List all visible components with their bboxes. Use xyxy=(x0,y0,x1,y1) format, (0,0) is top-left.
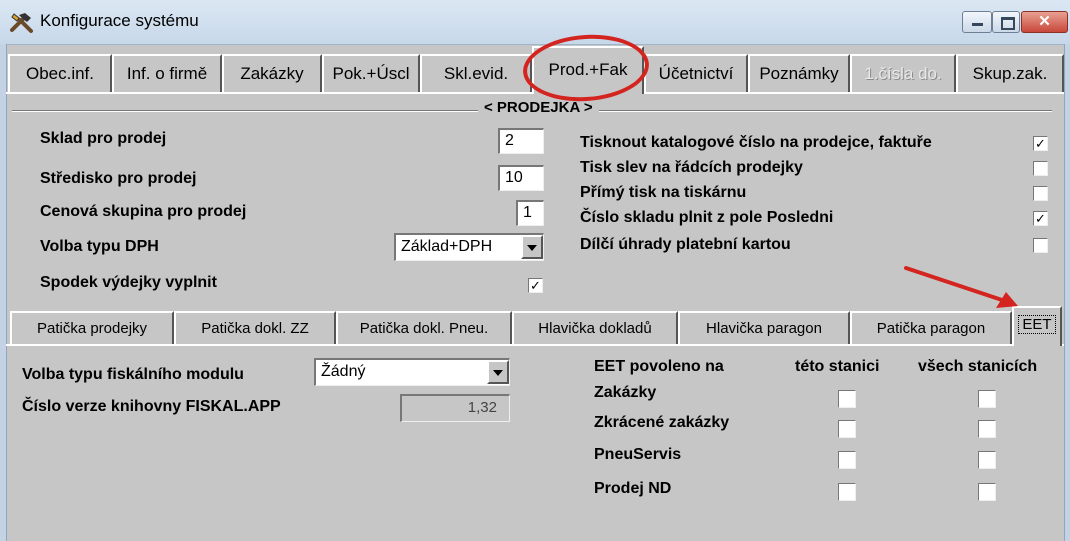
dph-select-value: Základ+DPH xyxy=(401,238,493,255)
tab-skl-evid[interactable]: Skl.evid. xyxy=(420,54,532,92)
fiskal-label: Volba typu fiskálního modulu xyxy=(22,366,244,383)
column-header-station: této stanici xyxy=(795,358,880,375)
subtab-label: Patička paragon xyxy=(876,320,986,337)
option-checkbox-primy-tisk[interactable] xyxy=(1033,186,1048,201)
subtab-paticka-prodejky[interactable]: Patička prodejky xyxy=(10,311,174,345)
tab-cisla-do: 1.čísla do. xyxy=(850,54,956,92)
chevron-down-icon[interactable] xyxy=(521,235,543,259)
window-frame-right xyxy=(1064,44,1070,541)
close-icon: ✕ xyxy=(1038,13,1051,30)
subtab-divider xyxy=(6,344,1064,346)
dph-label: Volba typu DPH xyxy=(40,238,159,255)
subtab-label: Hlavička paragon xyxy=(706,320,822,337)
fiskal-select-value: Žádný xyxy=(321,363,366,380)
eet-all-checkbox-prodej-nd[interactable] xyxy=(978,483,996,501)
chevron-down-icon[interactable] xyxy=(487,360,509,384)
tab-ucetnictvi[interactable]: Účetnictví xyxy=(644,54,748,92)
verze-label: Číslo verze knihovny FISKAL.APP xyxy=(22,398,281,415)
tab-zakazky[interactable]: Zakázky xyxy=(222,54,322,92)
group-title: < PRODEJKA > xyxy=(478,99,599,116)
tab-label: Skup.zak. xyxy=(972,64,1048,83)
close-button[interactable]: ✕ xyxy=(1021,11,1068,33)
option-label-primy-tisk: Přímý tisk na tiskárnu xyxy=(580,184,747,201)
eet-station-checkbox-prodej-nd[interactable] xyxy=(838,483,856,501)
tab-label: Pok.+Úscl xyxy=(332,64,410,83)
tab-inf-o-firme[interactable]: Inf. o firmě xyxy=(112,54,222,92)
annotation-arrow-icon xyxy=(904,266,1018,308)
stredisko-label: Středisko pro prodej xyxy=(40,170,197,187)
option-label-dilci-uhrady: Dílčí úhrady platební kartou xyxy=(580,236,791,253)
tab-skup-zak[interactable]: Skup.zak. xyxy=(956,54,1064,92)
eet-row-label-pneuservis: PneuServis xyxy=(594,446,682,463)
tab-pok-uscl[interactable]: Pok.+Úscl xyxy=(322,54,420,92)
dph-select[interactable]: Základ+DPH xyxy=(394,233,544,261)
eet-row-label-zakazky: Zakázky xyxy=(594,384,657,401)
tab-label: Skl.evid. xyxy=(443,64,509,83)
maximize-button[interactable] xyxy=(992,11,1020,33)
tab-label: Účetnictví xyxy=(658,64,734,83)
title-bar[interactable]: Konfigurace systému ✕ xyxy=(0,0,1070,45)
tab-poznamky[interactable]: Poznámky xyxy=(748,54,850,92)
tab-label: Poznámky xyxy=(759,64,839,83)
subtab-label: Patička prodejky xyxy=(36,320,148,337)
configuration-window: Konfigurace systému ✕ Obec.inf. Inf. o f… xyxy=(0,0,1070,541)
subtab-hlavicka-dokladu[interactable]: Hlavička dokladů xyxy=(512,311,678,345)
sklad-label: Sklad pro prodej xyxy=(40,130,167,147)
column-header-all: všech stanicích xyxy=(918,358,1038,375)
tab-label: Obec.inf. xyxy=(25,64,95,83)
stredisko-input[interactable]: 10 xyxy=(498,165,544,191)
eet-povoleno-header: EET povoleno na xyxy=(594,358,724,375)
option-label-cislo-skladu: Číslo skladu plnit z pole Posledni xyxy=(580,209,834,226)
spodek-label: Spodek výdejky vyplnit xyxy=(40,274,217,291)
subtab-paticka-dokl-zz[interactable]: Patička dokl. ZZ xyxy=(174,311,336,345)
option-checkbox-katalog[interactable]: ✓ xyxy=(1033,136,1048,151)
eet-station-checkbox-pneuservis[interactable] xyxy=(838,451,856,469)
tab-label: 1.čísla do. xyxy=(864,64,942,83)
cenova-skupina-label: Cenová skupina pro prodej xyxy=(40,203,247,220)
eet-all-checkbox-zakazky[interactable] xyxy=(978,390,996,408)
window-title: Konfigurace systému xyxy=(40,11,199,30)
option-checkbox-cislo-skladu[interactable]: ✓ xyxy=(1033,211,1048,226)
fiskal-select[interactable]: Žádný xyxy=(314,358,510,386)
eet-station-checkbox-zkracene[interactable] xyxy=(838,420,856,438)
eet-row-label-prodej-nd: Prodej ND xyxy=(594,480,672,497)
subtab-label: Hlavička dokladů xyxy=(538,320,652,337)
eet-station-checkbox-zakazky[interactable] xyxy=(838,390,856,408)
subtab-label: Patička dokl. ZZ xyxy=(201,320,309,337)
eet-row-label-zkracene: Zkrácené zakázky xyxy=(594,414,730,431)
subtab-hlavicka-paragon[interactable]: Hlavička paragon xyxy=(678,311,850,345)
tab-obec-inf[interactable]: Obec.inf. xyxy=(8,54,112,92)
option-label-slevy: Tisk slev na řádcích prodejky xyxy=(580,159,803,176)
tools-icon xyxy=(10,13,33,33)
option-label-katalog: Tisknout katalogové číslo na prodejce, f… xyxy=(580,134,932,151)
cenova-skupina-input[interactable]: 1 xyxy=(516,200,544,226)
eet-all-checkbox-zkracene[interactable] xyxy=(978,420,996,438)
tab-label: Zakázky xyxy=(240,64,304,83)
subtab-label: Patička dokl. Pneu. xyxy=(359,320,489,337)
tab-label: Inf. o firmě xyxy=(126,64,208,83)
option-checkbox-slevy[interactable] xyxy=(1033,161,1048,176)
option-checkbox-dilci-uhrady[interactable] xyxy=(1033,238,1048,253)
spodek-checkbox[interactable]: ✓ xyxy=(528,278,543,293)
eet-all-checkbox-pneuservis[interactable] xyxy=(978,451,996,469)
minimize-button[interactable] xyxy=(962,11,992,33)
subtab-paticka-dokl-pneu[interactable]: Patička dokl. Pneu. xyxy=(336,311,512,345)
sklad-input[interactable]: 2 xyxy=(498,128,544,154)
window-frame-left xyxy=(0,44,7,541)
verze-field: 1,32 xyxy=(400,394,510,422)
